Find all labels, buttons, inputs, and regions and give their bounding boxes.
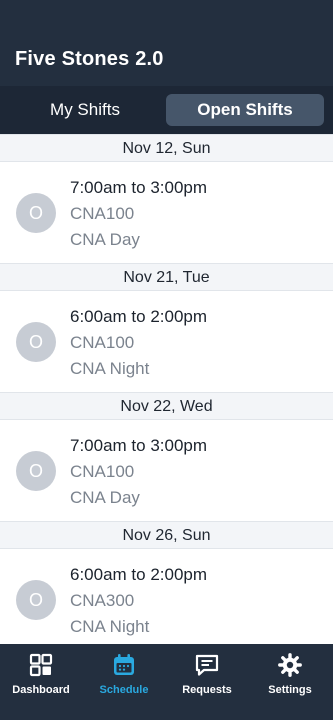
chat-icon <box>195 654 219 676</box>
nav-label: Requests <box>182 684 232 696</box>
avatar: O <box>16 322 56 362</box>
shift-time: 6:00am to 2:00pm <box>70 307 208 326</box>
shift-row[interactable]: O 6:00am to 2:00pm CNA100 CNA Night <box>0 291 333 392</box>
shift-code: CNA100 <box>70 333 135 352</box>
avatar: O <box>16 580 56 620</box>
shift-details: 7:00am to 3:00pm CNA100 CNA Day <box>70 175 207 253</box>
shift-row[interactable]: O 7:00am to 3:00pm CNA100 CNA Day <box>0 162 333 263</box>
nav-requests[interactable]: Requests <box>167 652 247 712</box>
shift-row[interactable]: O 7:00am to 3:00pm CNA100 CNA Day <box>0 420 333 521</box>
nav-dashboard[interactable]: Dashboard <box>1 652 81 712</box>
shift-details: 6:00am to 2:00pm CNA100 CNA Night <box>70 304 207 382</box>
gear-icon <box>278 653 302 677</box>
shift-type: CNA Day <box>70 230 140 249</box>
date-header: Nov 21, Tue <box>0 263 333 291</box>
shift-type: CNA Night <box>70 617 150 636</box>
avatar: O <box>16 451 56 491</box>
shift-time: 6:00am to 2:00pm <box>70 565 208 584</box>
app-screen: Five Stones 2.0 My Shifts Open Shifts No… <box>0 0 333 720</box>
shift-code: CNA100 <box>70 204 135 223</box>
nav-label: Settings <box>268 684 312 696</box>
nav-label: Dashboard <box>12 684 70 696</box>
open-shifts-list: Nov 12, Sun O 7:00am to 3:00pm CNA100 CN… <box>0 134 333 650</box>
bottom-nav: Dashboard Schedule Requests Settings <box>0 644 333 720</box>
date-header: Nov 22, Wed <box>0 392 333 420</box>
calendar-icon <box>114 654 134 675</box>
app-header: Five Stones 2.0 <box>0 0 333 86</box>
shift-code: CNA300 <box>70 591 135 610</box>
tab-open-shifts[interactable]: Open Shifts <box>166 94 324 126</box>
nav-schedule[interactable]: Schedule <box>84 652 164 712</box>
avatar: O <box>16 193 56 233</box>
shift-code: CNA100 <box>70 462 135 481</box>
app-title: Five Stones 2.0 <box>15 48 164 70</box>
date-header: Nov 12, Sun <box>0 134 333 162</box>
shift-tabs: My Shifts Open Shifts <box>0 86 333 134</box>
shift-time: 7:00am to 3:00pm <box>70 178 208 197</box>
nav-settings[interactable]: Settings <box>250 652 330 712</box>
shift-type: CNA Night <box>70 359 150 378</box>
shift-row[interactable]: O 6:00am to 2:00pm CNA300 CNA Night <box>0 549 333 650</box>
tab-my-shifts[interactable]: My Shifts <box>6 94 164 126</box>
dashboard-icon <box>29 653 53 677</box>
shift-time: 7:00am to 3:00pm <box>70 436 208 455</box>
shift-type: CNA Day <box>70 488 140 507</box>
shift-details: 7:00am to 3:00pm CNA100 CNA Day <box>70 433 207 511</box>
nav-label: Schedule <box>99 684 149 696</box>
shift-details: 6:00am to 2:00pm CNA300 CNA Night <box>70 562 207 640</box>
date-header: Nov 26, Sun <box>0 521 333 549</box>
